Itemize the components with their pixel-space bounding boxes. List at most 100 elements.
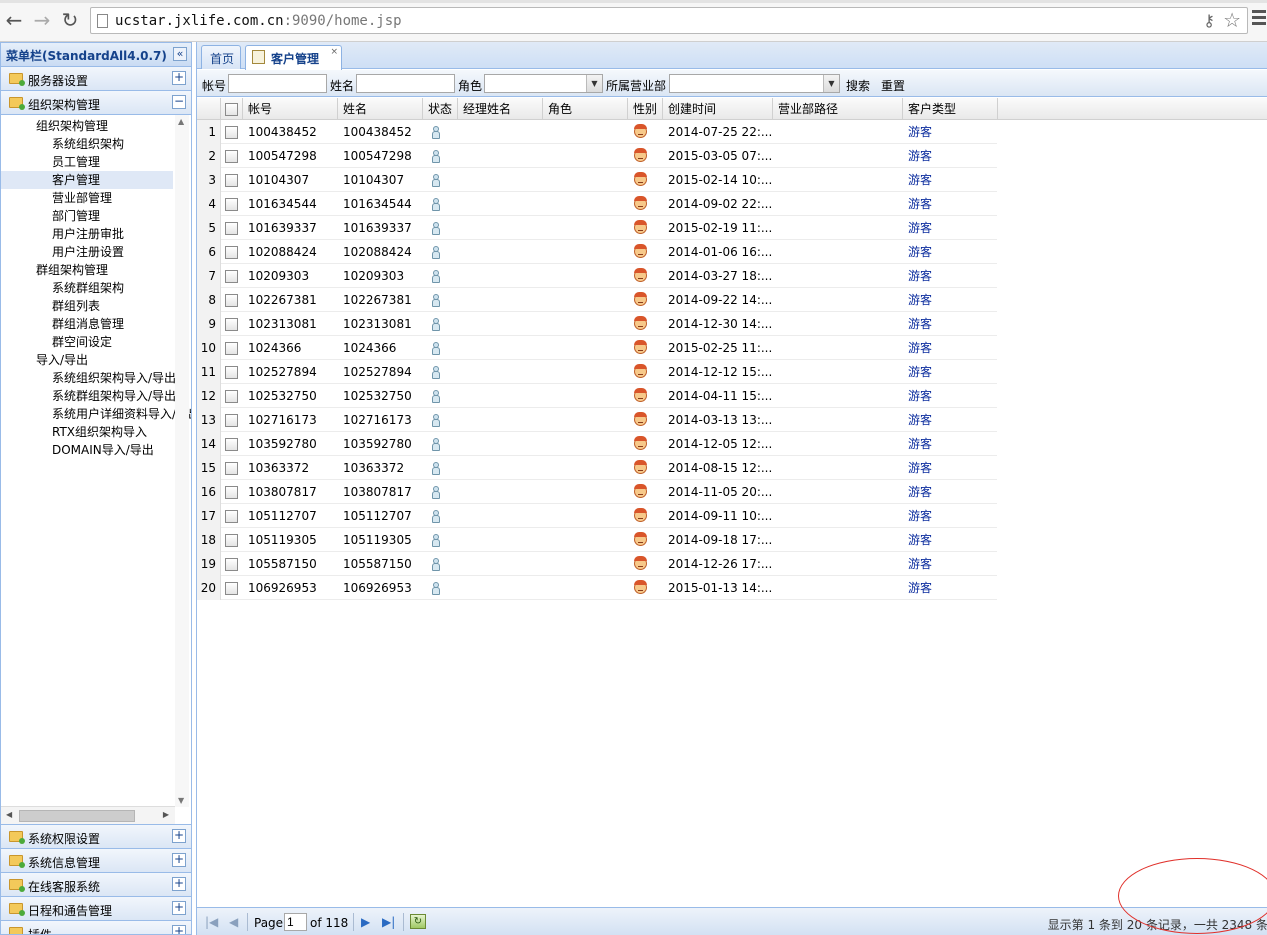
tree-node[interactable]: 群组列表 (52, 297, 100, 315)
next-page-icon[interactable]: ▶ (361, 915, 370, 929)
cell-customer-type[interactable]: 游客 (908, 360, 988, 384)
tree-node[interactable]: 组织架构管理 (36, 117, 108, 135)
cell-customer-type[interactable]: 游客 (908, 528, 988, 552)
column-name[interactable]: 姓名 (338, 98, 423, 120)
row-checkbox[interactable] (225, 318, 238, 331)
row-checkbox[interactable] (225, 438, 238, 451)
tree-node[interactable]: 群组消息管理 (52, 315, 124, 333)
sidebar-section[interactable]: 系统信息管理 + (1, 849, 191, 873)
row-checkbox-cell[interactable] (225, 504, 243, 528)
tree-node[interactable]: 营业部管理 (52, 189, 112, 207)
row-checkbox[interactable] (225, 342, 238, 355)
tree-node[interactable]: DOMAIN导入/导出 (52, 441, 154, 459)
table-row[interactable]: 7 10209303 10209303 2014-03-27 18:... 游客 (197, 264, 997, 288)
name-input[interactable] (356, 74, 455, 93)
cell-customer-type[interactable]: 游客 (908, 480, 988, 504)
close-tab-icon[interactable]: × (330, 47, 338, 57)
table-row[interactable]: 3 10104307 10104307 2015-02-14 10:... 游客 (197, 168, 997, 192)
column-branch-path[interactable]: 营业部路径 (773, 98, 903, 120)
row-checkbox-cell[interactable] (225, 576, 243, 600)
cell-customer-type[interactable]: 游客 (908, 504, 988, 528)
cell-customer-type[interactable]: 游客 (908, 408, 988, 432)
cell-customer-type[interactable]: 游客 (908, 384, 988, 408)
row-checkbox-cell[interactable] (225, 144, 243, 168)
table-row[interactable]: 15 10363372 10363372 2014-08-15 12:... 游客 (197, 456, 997, 480)
chevron-down-icon[interactable]: ▼ (586, 75, 602, 92)
table-row[interactable]: 9 102313081 102313081 2014-12-30 14:... 游客 (197, 312, 997, 336)
tree-vertical-scrollbar[interactable]: ▲ ▼ (175, 115, 189, 807)
row-checkbox[interactable] (225, 510, 238, 523)
column-gender[interactable]: 性别 (628, 98, 663, 120)
tree-node[interactable]: 员工管理 (52, 153, 100, 171)
cell-customer-type[interactable]: 游客 (908, 264, 988, 288)
cell-customer-type[interactable]: 游客 (908, 552, 988, 576)
cell-customer-type[interactable]: 游客 (908, 312, 988, 336)
expand-toggle-icon[interactable]: − (172, 95, 186, 109)
tree-node[interactable]: 用户注册设置 (52, 243, 124, 261)
key-icon[interactable]: ⚷ (1203, 11, 1215, 30)
expand-toggle-icon[interactable]: + (172, 877, 186, 891)
tree-node[interactable]: 群空间设定 (52, 333, 112, 351)
row-checkbox-cell[interactable] (225, 360, 243, 384)
browser-menu-icon[interactable] (1252, 10, 1266, 28)
account-input[interactable] (228, 74, 327, 93)
tree-node[interactable]: 部门管理 (52, 207, 100, 225)
row-checkbox-cell[interactable] (225, 528, 243, 552)
forward-arrow-icon[interactable]: → (30, 8, 54, 32)
sidebar-section[interactable]: 组织架构管理 − (1, 91, 191, 115)
row-checkbox-cell[interactable] (225, 288, 243, 312)
scroll-left-icon[interactable]: ◀ (6, 810, 12, 819)
scroll-down-icon[interactable]: ▼ (178, 796, 184, 805)
cell-customer-type[interactable]: 游客 (908, 288, 988, 312)
column-created-time[interactable]: 创建时间 (663, 98, 773, 120)
row-checkbox-cell[interactable] (225, 432, 243, 456)
header-select-all[interactable] (221, 98, 243, 120)
cell-customer-type[interactable]: 游客 (908, 144, 988, 168)
tree-node[interactable]: 系统群组架构 (52, 279, 124, 297)
tree-node[interactable]: 群组架构管理 (36, 261, 108, 279)
table-row[interactable]: 17 105112707 105112707 2014-09-11 10:... 游客 (197, 504, 997, 528)
tab-home[interactable]: 首页 (201, 45, 241, 69)
column-account[interactable]: 帐号 (243, 98, 338, 120)
expand-toggle-icon[interactable]: + (172, 901, 186, 915)
table-row[interactable]: 2 100547298 100547298 2015-03-05 07:... 游客 (197, 144, 997, 168)
table-row[interactable]: 10 1024366 1024366 2015-02-25 11:... 游客 (197, 336, 997, 360)
tab-customer-management[interactable]: 客户管理 × (245, 45, 342, 70)
tree-node[interactable]: 用户注册审批 (52, 225, 124, 243)
row-checkbox-cell[interactable] (225, 312, 243, 336)
table-row[interactable]: 5 101639337 101639337 2015-02-19 11:... 游客 (197, 216, 997, 240)
row-checkbox-cell[interactable] (225, 336, 243, 360)
row-checkbox-cell[interactable] (225, 192, 243, 216)
column-manager-name[interactable]: 经理姓名 (458, 98, 543, 120)
tree-node[interactable]: 系统用户详细资料导入/导出 (52, 405, 191, 423)
row-checkbox[interactable] (225, 270, 238, 283)
address-bar[interactable]: ucstar.jxlife.com.cn:9090/home.jsp ⚷ ☆ (90, 7, 1248, 34)
row-checkbox-cell[interactable] (225, 240, 243, 264)
row-checkbox[interactable] (225, 198, 238, 211)
column-status[interactable]: 状态 (423, 98, 458, 120)
row-checkbox[interactable] (225, 462, 238, 475)
row-checkbox[interactable] (225, 222, 238, 235)
table-row[interactable]: 14 103592780 103592780 2014-12-05 12:... 游客 (197, 432, 997, 456)
reset-button[interactable]: 重置 (881, 77, 905, 94)
table-row[interactable]: 20 106926953 106926953 2015-01-13 14:... 游客 (197, 576, 997, 600)
row-checkbox[interactable] (225, 390, 238, 403)
prev-page-icon[interactable]: ◀ (229, 915, 238, 929)
first-page-icon[interactable]: |◀ (205, 915, 218, 929)
table-row[interactable]: 8 102267381 102267381 2014-09-22 14:... 游客 (197, 288, 997, 312)
back-arrow-icon[interactable]: ← (2, 8, 26, 32)
cell-customer-type[interactable]: 游客 (908, 216, 988, 240)
refresh-icon[interactable]: ↻ (410, 914, 426, 929)
last-page-icon[interactable]: ▶| (382, 915, 395, 929)
table-row[interactable]: 18 105119305 105119305 2014-09-18 17:... 游客 (197, 528, 997, 552)
table-row[interactable]: 11 102527894 102527894 2014-12-12 15:... 游客 (197, 360, 997, 384)
row-checkbox[interactable] (225, 126, 238, 139)
expand-toggle-icon[interactable]: + (172, 829, 186, 843)
chevron-down-icon[interactable]: ▼ (823, 75, 839, 92)
sidebar-section[interactable]: 在线客服系统 + (1, 873, 191, 897)
collapse-sidebar-button[interactable]: « (173, 47, 187, 61)
row-checkbox-cell[interactable] (225, 480, 243, 504)
scroll-up-icon[interactable]: ▲ (178, 117, 184, 126)
select-all-checkbox[interactable] (225, 103, 238, 116)
tree-node[interactable]: 导入/导出 (36, 351, 88, 369)
